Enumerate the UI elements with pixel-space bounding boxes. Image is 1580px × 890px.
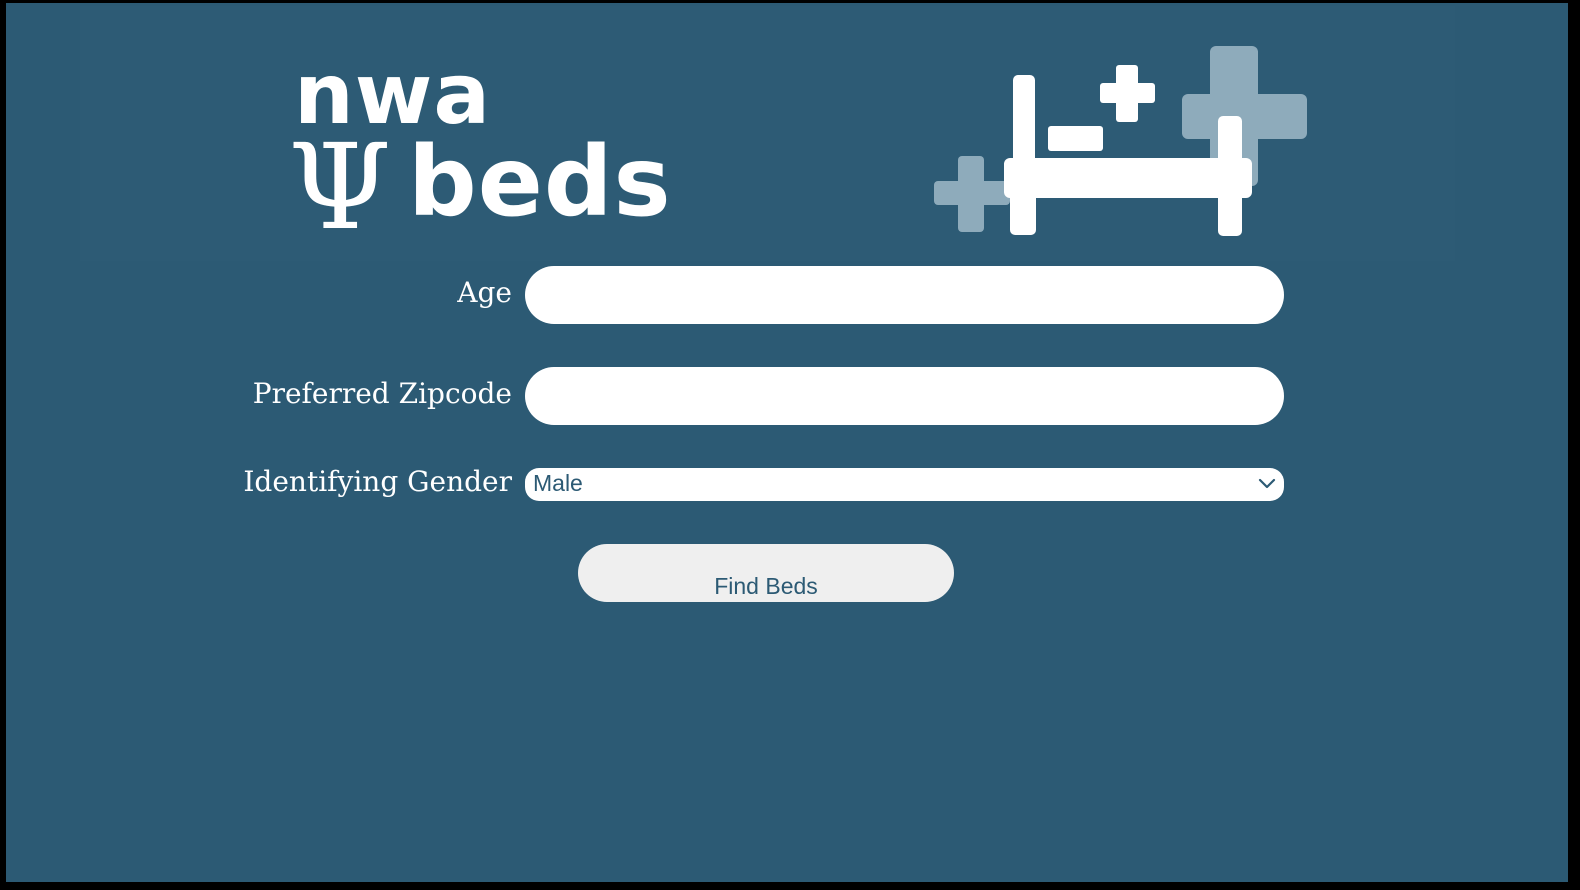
age-input[interactable] <box>525 266 1284 324</box>
gender-label: Identifying Gender <box>243 465 512 498</box>
zipcode-label: Preferred Zipcode <box>252 377 512 410</box>
chevron-down-icon <box>1258 478 1276 489</box>
gender-selected-value: Male <box>533 470 583 496</box>
gender-select[interactable]: Male <box>525 468 1284 501</box>
hospital-bed-icon <box>934 46 1307 236</box>
logo-psi-symbol: Ψ <box>288 118 392 256</box>
age-label: Age <box>457 276 512 309</box>
zipcode-input[interactable] <box>525 367 1284 425</box>
find-beds-button[interactable]: Find Beds <box>578 544 954 602</box>
logo-beds-text: beds <box>408 126 672 238</box>
